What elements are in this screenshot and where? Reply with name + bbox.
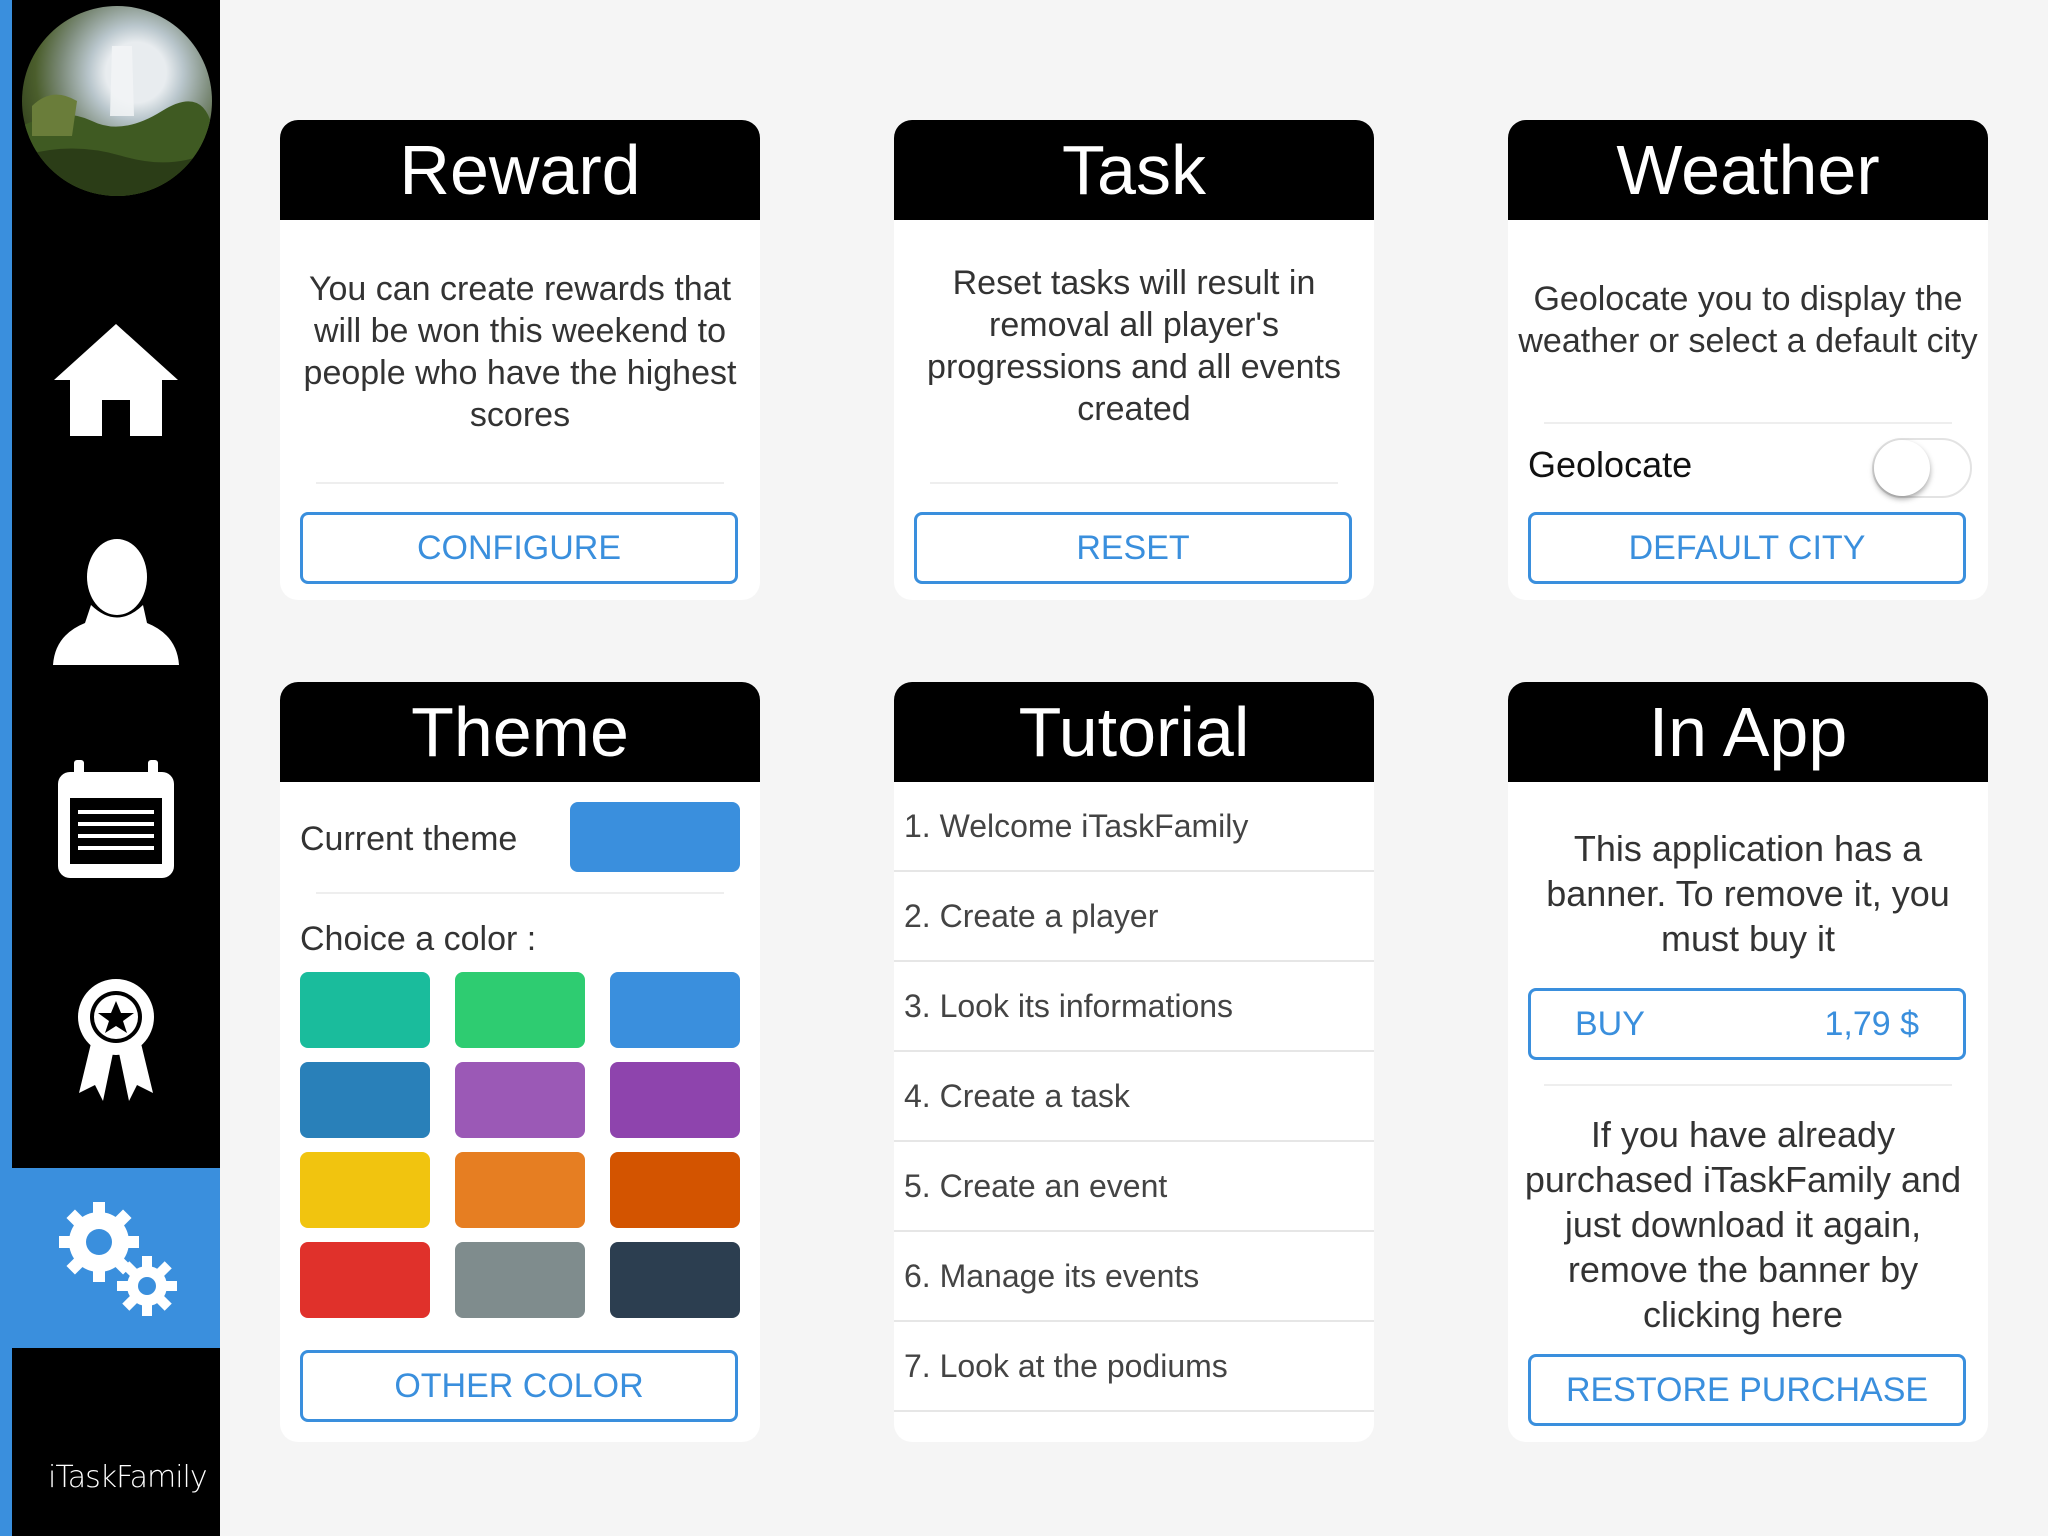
current-theme-label: Current theme [300, 820, 518, 858]
current-theme-swatch [570, 802, 740, 872]
home-icon [54, 324, 178, 436]
tutorial-title: Tutorial [894, 682, 1374, 782]
restore-purchase-button[interactable]: RESTORE PURCHASE [1528, 1354, 1966, 1426]
choice-color-label: Choice a color : [300, 920, 537, 958]
color-swatch[interactable] [455, 1062, 585, 1138]
brand-label: iTaskFamily [48, 1460, 208, 1495]
divider [1544, 422, 1952, 424]
buy-button[interactable]: BUY 1,79 $ [1528, 988, 1966, 1060]
color-swatch[interactable] [300, 1062, 430, 1138]
tutorial-item[interactable]: 1. Welcome iTaskFamily [894, 782, 1374, 872]
configure-button[interactable]: CONFIGURE [300, 512, 738, 584]
gears-icon [59, 1202, 177, 1316]
task-title: Task [894, 120, 1374, 220]
reset-button[interactable]: RESET [914, 512, 1352, 584]
other-color-button[interactable]: OTHER COLOR [300, 1350, 738, 1422]
weather-description: Geolocate you to display the weather or … [1518, 280, 1978, 360]
tutorial-item[interactable]: 4. Create a task [894, 1052, 1374, 1142]
sidebar-item-home[interactable] [12, 290, 220, 470]
tutorial-card: Tutorial 1. Welcome iTaskFamily 2. Creat… [894, 682, 1374, 1442]
avatar[interactable] [22, 6, 212, 196]
color-swatch[interactable] [300, 1152, 430, 1228]
divider [316, 482, 724, 484]
color-swatch[interactable] [455, 1152, 585, 1228]
weather-title: Weather [1508, 120, 1988, 220]
geolocate-label: Geolocate [1528, 444, 1693, 485]
sidebar-item-events[interactable] [12, 730, 220, 910]
color-swatch[interactable] [610, 1242, 740, 1318]
default-city-button[interactable]: DEFAULT CITY [1528, 512, 1966, 584]
tutorial-item[interactable]: 2. Create a player [894, 872, 1374, 962]
theme-title: Theme [280, 682, 760, 782]
award-icon [78, 979, 154, 1101]
reward-card: Reward You can create rewards that will … [280, 120, 760, 600]
task-description: Reset tasks will result in removal all p… [927, 264, 1341, 428]
color-swatch[interactable] [610, 1152, 740, 1228]
sidebar-accent [0, 0, 12, 1536]
restore-description: If you have already purchased iTaskFamil… [1524, 1114, 1962, 1335]
geolocate-toggle[interactable] [1872, 438, 1972, 498]
tutorial-item[interactable]: 5. Create an event [894, 1142, 1374, 1232]
sidebar-item-podium[interactable] [12, 950, 220, 1130]
toggle-knob [1874, 440, 1930, 496]
task-card: Task Reset tasks will result in removal … [894, 120, 1374, 600]
reward-title: Reward [280, 120, 760, 220]
buy-price: 1,79 $ [1824, 1004, 1919, 1043]
divider [930, 482, 1338, 484]
sidebar-item-settings[interactable] [12, 1168, 220, 1348]
divider [1544, 1084, 1952, 1086]
inapp-description: This application has a banner. To remove… [1546, 828, 1950, 959]
color-swatch[interactable] [610, 1062, 740, 1138]
buy-label: BUY [1575, 1004, 1645, 1043]
color-swatch[interactable] [610, 972, 740, 1048]
sidebar-item-player[interactable] [12, 510, 220, 690]
calendar-icon [58, 760, 174, 878]
tutorial-item[interactable]: 6. Manage its events [894, 1232, 1374, 1322]
color-swatch[interactable] [300, 972, 430, 1048]
color-swatch[interactable] [300, 1242, 430, 1318]
theme-card: Theme Current theme Choice a color : OTH… [280, 682, 760, 1442]
divider [316, 892, 724, 894]
user-icon [53, 539, 179, 665]
sidebar: iTaskFamily [0, 0, 220, 1536]
color-swatch[interactable] [455, 972, 585, 1048]
tutorial-item[interactable]: 7. Look at the podiums [894, 1322, 1374, 1412]
weather-card: Weather Geolocate you to display the wea… [1508, 120, 1988, 600]
reward-description: You can create rewards that will be won … [303, 270, 737, 434]
inapp-title: In App [1508, 682, 1988, 782]
color-swatch[interactable] [455, 1242, 585, 1318]
tutorial-item[interactable]: 3. Look its informations [894, 962, 1374, 1052]
inapp-card: In App This application has a banner. To… [1508, 682, 1988, 1442]
